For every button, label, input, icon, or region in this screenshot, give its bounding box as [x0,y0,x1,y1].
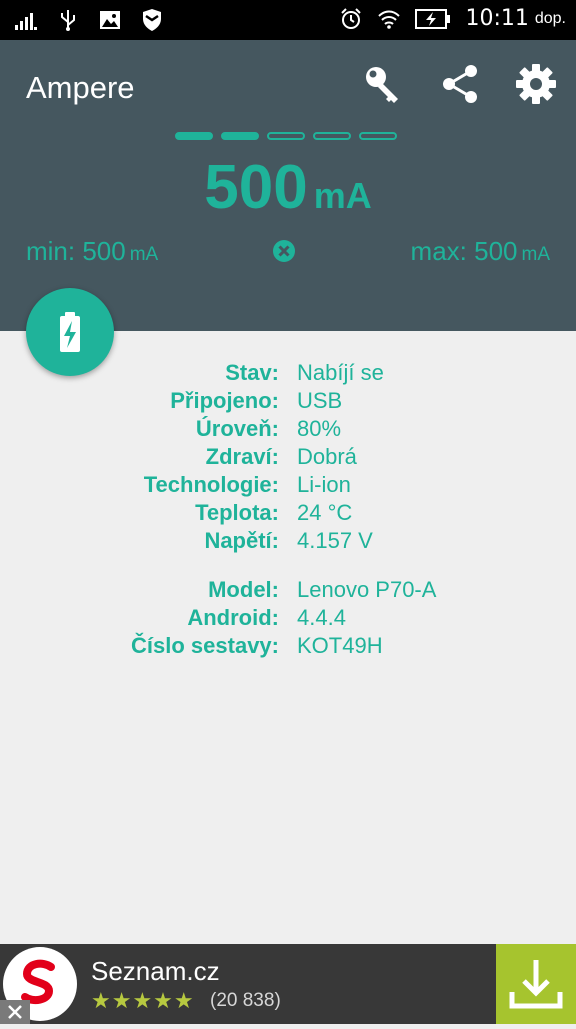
ad-close-button[interactable] [0,1000,30,1024]
info-row: Stav: Nabíjí se [0,360,576,388]
min-unit: mA [129,244,159,265]
app-title: Ampere [26,70,135,105]
share-icon[interactable] [438,62,482,106]
info-value: KOT49H [297,633,383,658]
info-label: Připojeno: [170,388,279,413]
ad-banner[interactable]: Seznam.cz ★★★★★ (20 838) [0,944,576,1024]
current-value: 500 [204,153,308,222]
battery-info: Stav: Nabíjí se Připojeno: USB Úroveň: 80% Zdr… [0,360,576,661]
review-count: (20 838) [210,990,281,1011]
info-row: Teplota: 24 °C [0,500,576,528]
range-dash [175,132,213,140]
shield-icon [140,8,164,32]
range-dash [359,132,397,140]
usb-icon [56,8,80,32]
info-value: 80% [297,416,342,441]
min-value: min: 500 [26,236,126,266]
info-value: 4.4.4 [297,605,346,630]
info-label: Teplota: [195,500,279,525]
info-label: Android: [187,605,279,630]
download-icon [509,960,563,1009]
close-icon [8,1005,22,1019]
range-dash [313,132,351,140]
max-reading: max: 500 mA [411,236,550,267]
info-label: Technologie: [143,472,279,497]
key-icon[interactable] [362,62,406,106]
rating-stars: ★★★★★ [91,988,195,1013]
info-label: Stav: [225,360,279,385]
info-row: Model: Lenovo P70-A [0,577,576,605]
info-row: Úroveň: 80% [0,416,576,444]
info-row: Zdraví: Dobrá [0,444,576,472]
info-row: Připojeno: USB [0,388,576,416]
info-row: Napětí: 4.157 V [0,528,576,556]
current-unit: mA [313,175,372,216]
info-row: Číslo sestavy: KOT49H [0,633,576,661]
battery-charging-icon [415,7,451,31]
info-value: 4.157 V [297,528,373,553]
alarm-icon [339,7,363,31]
current-reading: 500 mA [0,152,576,223]
info-value: Lenovo P70-A [297,577,437,602]
ad-title: Seznam.cz [91,956,220,986]
clock-ampm: dop. [534,9,566,27]
info-label: Číslo sestavy: [131,633,279,658]
info-label: Model: [208,577,279,602]
min-reading: min: 500 mA [26,236,158,267]
info-row: Android: 4.4.4 [0,605,576,633]
settings-icon[interactable] [514,62,558,106]
info-row: Technologie: Li-ion [0,472,576,500]
info-label: Napětí: [204,528,279,553]
range-dash [267,132,305,140]
info-value: 24 °C [297,500,353,525]
signal-icon [14,8,38,32]
image-icon [98,8,122,32]
range-dash [221,132,259,140]
info-value: Nabíjí se [297,360,384,385]
info-value: Dobrá [297,444,357,469]
info-label: Zdraví: [205,444,279,469]
info-label: Úroveň: [195,416,279,441]
clock: 10:11 [465,6,529,31]
range-indicator [175,132,397,140]
status-bar: 10:11 dop. [0,0,576,40]
max-value: max: 500 [410,236,518,266]
info-value: USB [297,388,343,413]
download-button[interactable] [496,944,576,1024]
info-value: Li-ion [297,472,351,497]
wifi-icon [377,7,401,31]
reset-minmax-icon[interactable] [272,239,296,263]
max-unit: mA [521,244,551,265]
